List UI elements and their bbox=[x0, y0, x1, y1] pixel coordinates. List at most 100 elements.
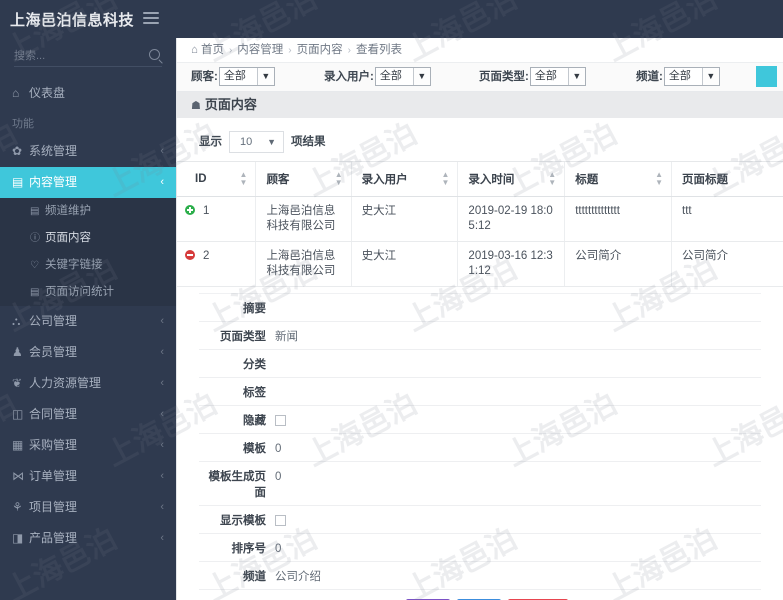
breadcrumb-separator: › bbox=[228, 45, 233, 56]
detail-label: 频道 bbox=[243, 571, 266, 583]
sort-icon[interactable]: ▲ ▼ bbox=[655, 171, 663, 187]
cell-title: 公司简介 bbox=[564, 241, 672, 287]
breadcrumb-item-3[interactable]: 查看列表 bbox=[356, 44, 402, 56]
filter-input-user-select[interactable]: 全部 ▼ bbox=[374, 67, 431, 86]
filter-input-user-value: 全部 bbox=[379, 70, 402, 82]
sidebar-item-9[interactable]: ⚘ 项目管理 ‹ bbox=[0, 492, 176, 523]
show-entries-prefix: 显示 bbox=[199, 136, 222, 149]
filter-customer: 顾客: 全部 ▼ bbox=[191, 67, 275, 86]
chevron-left-icon[interactable]: ‹ bbox=[160, 492, 164, 523]
sidebar-item-7[interactable]: ▦ 采购管理 ‹ bbox=[0, 430, 176, 461]
add-status-icon[interactable] bbox=[185, 205, 195, 215]
detail-label: 模板生成页面 bbox=[208, 471, 267, 499]
detail-label: 排序号 bbox=[231, 543, 267, 555]
sidebar-item-5[interactable]: ❦ 人力资源管理 ‹ bbox=[0, 368, 176, 399]
filter-submit-button[interactable] bbox=[756, 66, 777, 87]
delete-status-icon[interactable] bbox=[185, 250, 195, 260]
chevron-left-icon[interactable]: ‹ bbox=[160, 523, 164, 554]
chevron-left-icon[interactable]: ‹ bbox=[160, 337, 164, 368]
detail-row: 页面类型 新闻 bbox=[199, 322, 761, 350]
chevron-left-icon[interactable]: ‹ bbox=[160, 306, 164, 337]
show-entries: 显示 10 ▼ 项结果 bbox=[177, 118, 783, 161]
detail-row: 模板生成页面 0 bbox=[199, 462, 761, 506]
sidebar-item-1[interactable]: ✿ 系统管理 ‹ bbox=[0, 136, 176, 167]
sidebar-menu: ⌂ 仪表盘 功能 ✿ 系统管理 ‹ ▤ 内容管理 ‹ ▤ 频道维护 ⓘ 页面内容 ♡ 关键字链接 ▤ 页面访问统… bbox=[0, 78, 176, 554]
table-header-row: ID ▲ ▼ 顾客 ▲ ▼ 录入用户 ▲ ▼ 录入时间 ▲ ▼ 标题 ▲ ▼ 页面标题 bbox=[177, 161, 783, 197]
filter-customer-value: 全部 bbox=[223, 70, 246, 82]
table-col-label: 标题 bbox=[575, 174, 599, 186]
sidebar-item-2[interactable]: ▤ 内容管理 ‹ bbox=[0, 167, 176, 198]
sidebar-subitem-0[interactable]: ▤ 频道维护 bbox=[0, 198, 176, 225]
search-icon[interactable] bbox=[149, 49, 160, 60]
panel-title: ☗ 页面内容 bbox=[177, 92, 783, 118]
table-col-1[interactable]: 顾客 ▲ ▼ bbox=[255, 161, 352, 197]
sidebar-item-3[interactable]: ⛬ 公司管理 ‹ bbox=[0, 306, 176, 337]
table-row[interactable]: 2 上海邑泊信息科技有限公司 史大江 2019-03-16 12:31:12 公司简介公… bbox=[177, 241, 783, 287]
sidebar-item-icon: ♟ bbox=[12, 345, 23, 359]
detail-checkbox[interactable] bbox=[275, 415, 286, 427]
table-col-5[interactable]: 页面标题 bbox=[671, 161, 783, 197]
sort-icon[interactable]: ▲ ▼ bbox=[335, 171, 343, 187]
chevron-left-icon[interactable]: ‹ bbox=[160, 368, 164, 399]
app-root: 上海邑泊信息科技 ⌂ 仪表盘功能 ✿ 系统管理 ‹ ▤ 内容管理 ‹ ▤ 频道维护 ⓘ 页面内容 ♡ 关键… bbox=[0, 0, 783, 600]
table-col-label: 顾客 bbox=[266, 174, 290, 186]
chevron-left-icon[interactable]: ‹ bbox=[160, 136, 164, 167]
filter-page-type-value: 全部 bbox=[534, 70, 557, 82]
filter-channel-label: 频道: bbox=[636, 70, 663, 83]
filter-input-user: 录入用户: 全部 ▼ bbox=[324, 67, 431, 86]
detail-text: 公司介绍 bbox=[275, 571, 321, 583]
sidebar-subitem-2[interactable]: ♡ 关键字链接 bbox=[0, 252, 176, 279]
sidebar-item-label: 合同管理 bbox=[29, 407, 78, 421]
sidebar-item-0[interactable]: ⌂ 仪表盘 bbox=[0, 78, 176, 109]
table-col-2[interactable]: 录入用户 ▲ ▼ bbox=[350, 161, 458, 197]
chevron-down-icon[interactable]: ▼ bbox=[267, 132, 276, 152]
table-row[interactable]: 1 上海邑泊信息科技有限公司 史大江 2019-02-19 18:05:12 ttttt… bbox=[177, 196, 783, 242]
sidebar-item-label: 订单管理 bbox=[29, 469, 78, 483]
chevron-down-icon[interactable]: ▼ bbox=[412, 68, 430, 85]
sidebar-item-10[interactable]: ◨ 产品管理 ‹ bbox=[0, 523, 176, 554]
sidebar-item-label: 系统管理 bbox=[29, 144, 78, 158]
table-col-4[interactable]: 标题 ▲ ▼ bbox=[564, 161, 672, 197]
detail-text: 0 bbox=[275, 471, 282, 483]
chevron-down-icon[interactable]: ▼ bbox=[256, 68, 274, 85]
breadcrumb-home[interactable]: 首页 bbox=[201, 44, 224, 56]
sidebar-subitem-1[interactable]: ⓘ 页面内容 bbox=[0, 225, 176, 252]
sidebar-subitem-3[interactable]: ▤ 页面访问统计 bbox=[0, 279, 176, 306]
cell-id: 1 bbox=[177, 196, 256, 242]
sidebar-item-6[interactable]: ◫ 合同管理 ‹ bbox=[0, 399, 176, 430]
brand-title: 上海邑泊信息科技 bbox=[10, 12, 135, 29]
detail-label: 页面类型 bbox=[220, 331, 266, 343]
breadcrumb-item-1[interactable]: 内容管理 bbox=[237, 44, 283, 56]
detail-row: 标签 bbox=[199, 378, 761, 406]
sidebar-item-4[interactable]: ♟ 会员管理 ‹ bbox=[0, 337, 176, 368]
cell-id: 2 bbox=[177, 241, 256, 287]
home-icon: ⌂ bbox=[191, 44, 198, 56]
chevron-down-icon[interactable]: ▼ bbox=[701, 68, 719, 85]
breadcrumb-item-2[interactable]: 页面内容 bbox=[297, 44, 343, 56]
sort-icon[interactable]: ▲ ▼ bbox=[240, 171, 248, 187]
detail-value: 新闻 bbox=[275, 328, 761, 344]
sidebar-subitem-icon: ⓘ bbox=[30, 233, 40, 244]
sidebar-item-8[interactable]: ⋈ 订单管理 ‹ bbox=[0, 461, 176, 492]
chevron-down-icon[interactable]: ▼ bbox=[567, 68, 585, 85]
chevron-left-icon[interactable]: ‹ bbox=[160, 461, 164, 492]
sidebar-item-icon: ◨ bbox=[12, 531, 24, 545]
filter-page-type-select[interactable]: 全部 ▼ bbox=[529, 67, 586, 86]
sort-icon[interactable]: ▲ ▼ bbox=[442, 171, 450, 187]
filter-channel-select[interactable]: 全部 ▼ bbox=[663, 67, 720, 86]
chevron-left-icon[interactable]: ‹ bbox=[160, 167, 164, 198]
table-col-0[interactable]: ID ▲ ▼ bbox=[177, 161, 256, 197]
sort-icon[interactable]: ▲ ▼ bbox=[548, 171, 556, 187]
chevron-left-icon[interactable]: ‹ bbox=[160, 430, 164, 461]
filter-customer-select[interactable]: 全部 ▼ bbox=[218, 67, 275, 86]
search-input[interactable] bbox=[14, 48, 162, 67]
table-col-3[interactable]: 录入时间 ▲ ▼ bbox=[457, 161, 565, 197]
hamburger-icon[interactable] bbox=[143, 12, 159, 25]
entries-per-page-select[interactable]: 10 ▼ bbox=[229, 131, 284, 153]
detail-value: 0 bbox=[275, 471, 761, 483]
detail-checkbox[interactable] bbox=[275, 515, 286, 527]
filter-page-type: 页面类型: 全部 ▼ bbox=[479, 67, 586, 86]
chevron-left-icon[interactable]: ‹ bbox=[160, 399, 164, 430]
sidebar-section-label: 功能 bbox=[12, 118, 34, 130]
table-col-label: 录入用户 bbox=[361, 174, 408, 186]
